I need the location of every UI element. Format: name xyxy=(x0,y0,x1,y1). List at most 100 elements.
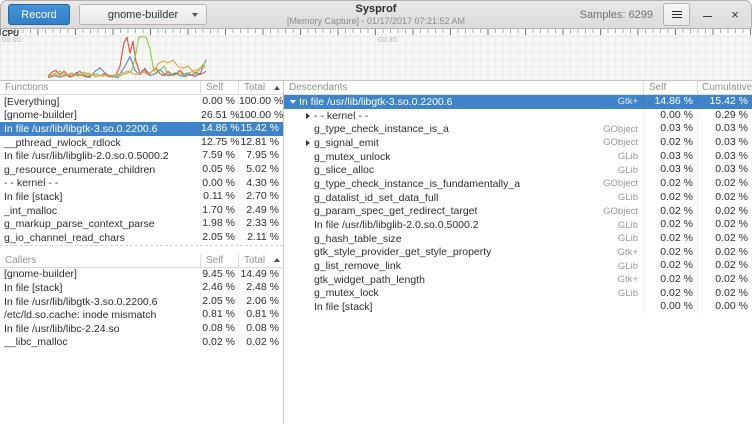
callers-column-header[interactable]: Callers xyxy=(0,254,200,267)
descendants-column-header[interactable]: Descendants xyxy=(284,81,643,94)
callers-header-row: Callers Self Total xyxy=(0,254,283,268)
table-row[interactable]: g_slice_allocGLib0.03 %0.03 % xyxy=(284,163,752,177)
table-row[interactable]: In file /usr/lib/libc-2.24.so0.08 %0.08 … xyxy=(0,322,283,336)
table-row[interactable]: - - kernel - -0.00 %4.30 % xyxy=(0,177,283,191)
self-column-header[interactable]: Self xyxy=(643,81,697,94)
table-row[interactable]: In file [stack]2.46 %2.48 % xyxy=(0,281,283,295)
table-row[interactable]: __pthread_rwlock_rdlock12.75 %12.81 % xyxy=(0,136,283,150)
expander-closed-icon[interactable] xyxy=(301,113,314,119)
table-row[interactable]: gtk_widget_path_lengthGtk+0.02 %0.02 % xyxy=(284,273,752,287)
table-row[interactable]: In file /usr/lib/libgtk-3.so.0.2200.6 Gtk… xyxy=(284,95,752,109)
table-row[interactable]: g_type_check_instance_is_aGObject0.03 %0… xyxy=(284,122,752,136)
close-icon: × xyxy=(731,7,739,22)
cpu-timeline[interactable]: CPU 00:00 00:30 xyxy=(0,29,752,81)
table-row[interactable]: In file /usr/lib/libgtk-3.so.0.2200.614.… xyxy=(0,122,283,136)
self-value: 0.00 % xyxy=(200,177,238,191)
table-row[interactable]: - - kernel - -0.00 %0.29 % xyxy=(284,109,752,123)
title-box: Sysprof [Memory Capture] - 01/17/2017 07… xyxy=(287,3,465,26)
minimize-button[interactable] xyxy=(699,4,717,26)
menu-button[interactable] xyxy=(663,3,690,26)
cumulative-value: 0.03 % xyxy=(697,122,752,136)
self-column-header[interactable]: Self xyxy=(200,254,238,267)
expander-closed-icon[interactable] xyxy=(301,140,314,146)
minimize-icon xyxy=(703,16,712,18)
self-value: 0.02 % xyxy=(643,218,697,232)
record-button[interactable]: Record xyxy=(8,4,70,25)
descendants-list: In file /usr/lib/libgtk-3.so.0.2200.6 Gtk… xyxy=(284,95,752,314)
total-value: 12.81 % xyxy=(238,136,283,150)
sysprof-window: Record gnome-builder Sysprof [Memory Cap… xyxy=(0,0,752,423)
cumulative-value: 15.42 % xyxy=(697,95,752,109)
table-row[interactable]: g_resource_enumerate_children0.05 %5.02 … xyxy=(0,163,283,177)
chevron-down-icon xyxy=(192,13,198,17)
table-row[interactable]: g_mutex_lockGLib0.02 %0.02 % xyxy=(284,287,752,301)
total-value: 7.95 % xyxy=(238,149,283,163)
functions-column-header[interactable]: Functions xyxy=(0,81,200,94)
self-value: 0.08 % xyxy=(200,322,238,336)
row-label: g_hash_table_size xyxy=(314,233,402,245)
table-row[interactable]: gtk_style_provider_get_style_propertyGtk… xyxy=(284,246,752,260)
total-value: 100.00 % xyxy=(238,109,283,123)
table-row[interactable]: In file [stack]0.11 %2.70 % xyxy=(0,190,283,204)
row-label: In file /usr/lib/libglib-2.0.so.0.5000.2 xyxy=(0,150,200,162)
table-row[interactable]: g_datalist_id_set_data_fullGLib0.02 %0.0… xyxy=(284,191,752,205)
self-value: 2.46 % xyxy=(200,281,238,295)
row-label-wrap: g_type_check_instance_is_fundamentally_a xyxy=(284,178,603,190)
table-row[interactable]: In file [stack]0.00 %0.00 % xyxy=(284,300,752,314)
self-value: 0.02 % xyxy=(643,177,697,191)
table-row[interactable]: In file /usr/lib/libglib-2.0.so.0.5000.2… xyxy=(284,218,752,232)
row-label-wrap: gtk_style_provider_get_style_property xyxy=(284,246,618,258)
self-value: 1.98 % xyxy=(200,217,238,231)
row-label: In file /usr/lib/libgtk-3.so.0.2200.6 xyxy=(299,96,453,108)
table-row[interactable]: g_markup_parse_context_parse1.98 %2.33 % xyxy=(0,217,283,231)
category-label: GObject xyxy=(603,206,643,217)
self-value: 0.02 % xyxy=(643,136,697,150)
row-label: In file /usr/lib/libglib-2.0.so.0.5000.2 xyxy=(314,219,479,231)
table-row[interactable]: In file /usr/lib/libgtk-3.so.0.2200.62.0… xyxy=(0,295,283,309)
table-row[interactable]: g_mutex_unlockGLib0.03 %0.03 % xyxy=(284,150,752,164)
self-column-header[interactable]: Self xyxy=(200,81,238,94)
table-row[interactable]: g_type_check_instance_is_fundamentally_a… xyxy=(284,177,752,191)
functions-list: [Everything]0.00 %100.00 %[gnome-builder… xyxy=(0,95,283,246)
table-row[interactable]: [gnome-builder]26.51 %100.00 % xyxy=(0,109,283,123)
table-row[interactable]: g_signal_emitGObject0.02 %0.03 % xyxy=(284,136,752,150)
table-row[interactable]: /etc/ld.so.cache: inode mismatch0.81 %0.… xyxy=(0,308,283,322)
self-value: 26.51 % xyxy=(200,109,238,123)
total-column-header[interactable]: Total xyxy=(238,254,283,267)
hamburger-icon xyxy=(672,11,682,12)
table-row[interactable]: g_io_channel_read_chars2.05 %2.11 % xyxy=(0,231,283,245)
category-label: GObject xyxy=(603,124,643,135)
self-value: 0.11 % xyxy=(200,190,238,204)
process-selector-dropdown[interactable]: gnome-builder xyxy=(79,4,207,25)
callers-table: Callers Self Total [gnome-builder]9.45 %… xyxy=(0,254,283,350)
row-label-wrap: g_hash_table_size xyxy=(284,233,618,245)
total-value: 15.42 % xyxy=(238,122,283,136)
row-label-wrap: g_mutex_lock xyxy=(284,287,618,299)
expander-open-icon[interactable] xyxy=(286,100,299,104)
table-row[interactable]: g_hash_table_sizeGLib0.02 %0.02 % xyxy=(284,232,752,246)
table-row[interactable]: g_list_remove_linkGLib0.02 %0.02 % xyxy=(284,259,752,273)
self-value: 0.03 % xyxy=(643,150,697,164)
table-row[interactable]: g_param_spec_get_redirect_targetGObject0… xyxy=(284,205,752,219)
row-label: g_signal_emit xyxy=(314,137,379,149)
table-row[interactable]: [Everything]0.00 %100.00 % xyxy=(0,95,283,109)
row-label: g_resource_enumerate_children xyxy=(0,164,200,176)
category-label: Gtk+ xyxy=(618,96,643,107)
close-button[interactable]: × xyxy=(726,4,744,26)
row-label: g_markup_parse_context_parse xyxy=(0,218,200,230)
row-label: g_type_check_instance_is_fundamentally_a xyxy=(314,178,520,190)
table-row[interactable]: __libc_malloc0.02 %0.02 % xyxy=(0,336,283,350)
table-row[interactable]: In file /usr/lib/libglib-2.0.so.0.5000.2… xyxy=(0,149,283,163)
timeline-start-label: 00:00 xyxy=(2,37,21,44)
self-value: 7.59 % xyxy=(200,149,238,163)
self-value: 0.00 % xyxy=(200,95,238,109)
row-label: - - kernel - - xyxy=(314,110,368,122)
table-row[interactable]: _int_malloc1.70 %2.49 % xyxy=(0,204,283,218)
total-column-header[interactable]: Total xyxy=(238,81,283,94)
headerbar: Record gnome-builder Sysprof [Memory Cap… xyxy=(0,0,752,29)
total-value: 2.33 % xyxy=(238,217,283,231)
total-value: 2.49 % xyxy=(238,204,283,218)
right-pane: Descendants Self Cumulative In file /usr… xyxy=(284,81,752,424)
cumulative-column-header[interactable]: Cumulative xyxy=(697,81,752,94)
table-row[interactable]: [gnome-builder]9.45 %14.49 % xyxy=(0,268,283,282)
